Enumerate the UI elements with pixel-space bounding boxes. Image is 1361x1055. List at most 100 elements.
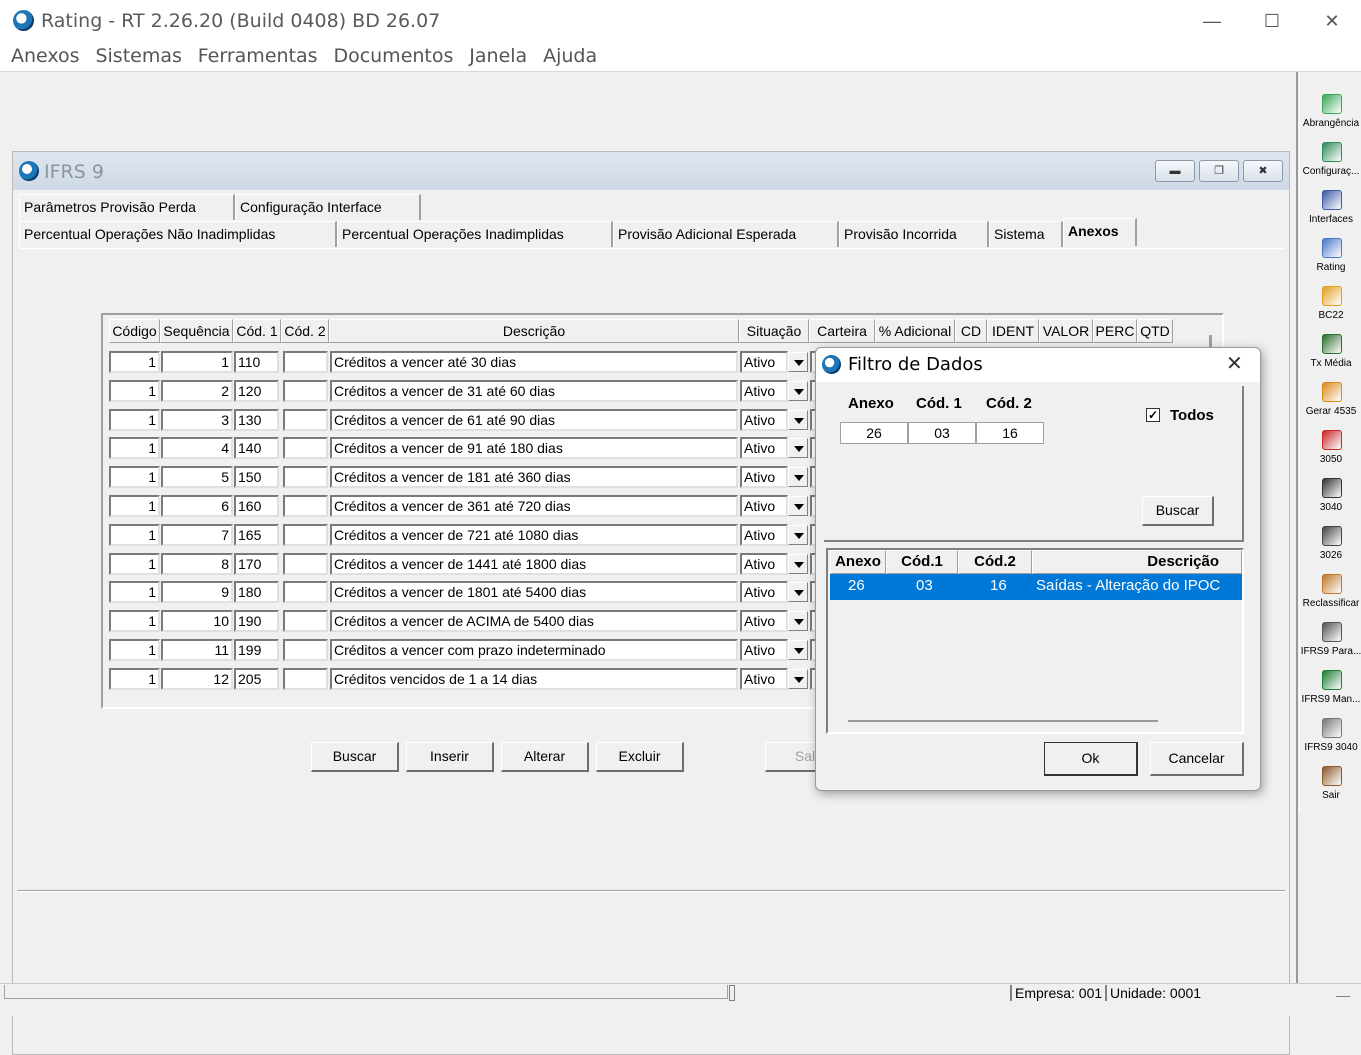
cell-situacao[interactable]: Ativo — [740, 639, 788, 661]
cell-descricao[interactable]: Créditos a vencer com prazo indeterminad… — [330, 639, 738, 661]
cell-cod1[interactable]: 190 — [234, 610, 279, 633]
cell-sequencia[interactable]: 1 — [161, 351, 233, 373]
cell-cod2[interactable] — [283, 495, 328, 517]
cell-codigo[interactable]: 1 — [109, 639, 160, 661]
cell-situacao[interactable]: Ativo — [740, 552, 788, 575]
cell-cod1[interactable]: 110 — [234, 351, 279, 373]
ok-button[interactable]: Ok — [1044, 742, 1138, 776]
list-scrollbar[interactable] — [848, 720, 1158, 722]
cell-situacao[interactable]: Ativo — [740, 667, 788, 690]
tab-percentual-nao-inadimplidas[interactable]: Percentual Operações Não Inadimplidas — [19, 221, 337, 247]
list-header-cod2[interactable]: Cód.2 — [958, 550, 1032, 574]
cell-codigo[interactable]: 1 — [109, 408, 160, 431]
toolbar-button[interactable]: Abrangência — [1300, 90, 1361, 138]
cell-cod2[interactable] — [283, 610, 328, 633]
cell-cod1[interactable]: 150 — [234, 466, 279, 489]
col-header-situacao[interactable]: Situação — [739, 319, 809, 343]
dialog-close-icon[interactable]: ✕ — [1226, 351, 1243, 376]
menu-sistemas[interactable]: Sistemas — [89, 42, 187, 70]
cell-cod2[interactable] — [283, 351, 328, 373]
col-header-cod1[interactable]: Cód. 1 — [233, 319, 281, 343]
col-header-valor[interactable]: VALOR — [1039, 319, 1093, 343]
col-header-perc[interactable]: PERC — [1093, 319, 1137, 343]
col-header-qtd[interactable]: QTD — [1137, 319, 1173, 343]
cell-descricao[interactable]: Créditos a vencer de 61 até 90 dias — [330, 408, 738, 431]
col-header-codigo[interactable]: Código — [109, 319, 160, 343]
menu-documentos[interactable]: Documentos — [327, 42, 459, 70]
list-header-cod1[interactable]: Cód.1 — [886, 550, 958, 574]
cell-cod1[interactable]: 130 — [234, 408, 279, 431]
cell-cod2[interactable] — [283, 552, 328, 575]
tab-provisao-incorrida[interactable]: Provisão Incorrida — [839, 221, 989, 247]
filtro-cod2-field[interactable]: 16 — [976, 422, 1044, 444]
cell-descricao[interactable]: Créditos a vencer de ACIMA de 5400 dias — [330, 610, 738, 633]
toolbar-button[interactable]: 3040 — [1300, 474, 1361, 522]
toolbar-button[interactable]: Reclassificar — [1300, 570, 1361, 618]
menu-ajuda[interactable]: Ajuda — [537, 42, 603, 70]
menu-ferramentas[interactable]: Ferramentas — [192, 42, 324, 70]
cell-descricao[interactable]: Créditos a vencer de 361 até 720 dias — [330, 495, 738, 517]
cell-descricao[interactable]: Créditos vencidos de 1 a 14 dias — [330, 667, 738, 690]
situacao-dropdown-icon[interactable] — [788, 668, 808, 689]
cell-cod2[interactable] — [283, 437, 328, 460]
tab-configuracao-interface[interactable]: Configuração Interface — [235, 194, 421, 220]
col-header-cd[interactable]: CD — [955, 319, 987, 343]
situacao-dropdown-icon[interactable] — [788, 496, 808, 516]
cancelar-button[interactable]: Cancelar — [1150, 742, 1244, 776]
cell-sequencia[interactable]: 12 — [161, 667, 233, 690]
resize-grip-icon[interactable] — [1336, 996, 1350, 997]
col-header-carteira[interactable]: Carteira — [809, 319, 875, 343]
status-scroll-thumb[interactable] — [729, 985, 735, 1001]
cell-situacao[interactable]: Ativo — [740, 523, 788, 546]
cell-sequencia[interactable]: 8 — [161, 552, 233, 575]
toolbar-button[interactable]: Rating — [1300, 234, 1361, 282]
filtro-anexo-field[interactable]: 26 — [840, 422, 908, 444]
cell-descricao[interactable]: Créditos a vencer de 91 até 180 dias — [330, 437, 738, 460]
situacao-dropdown-icon[interactable] — [788, 582, 808, 603]
menu-janela[interactable]: Janela — [463, 42, 533, 70]
todos-checkbox[interactable]: ✓ — [1146, 408, 1160, 422]
cell-descricao[interactable]: Créditos a vencer até 30 dias — [330, 351, 738, 373]
filtro-buscar-button[interactable]: Buscar — [1142, 496, 1214, 526]
tab-anexos[interactable]: Anexos — [1063, 218, 1137, 246]
col-header-sequencia[interactable]: Sequência — [160, 319, 233, 343]
toolbar-button[interactable]: Interfaces — [1300, 186, 1361, 234]
cell-situacao[interactable]: Ativo — [740, 466, 788, 489]
cell-cod2[interactable] — [283, 466, 328, 489]
col-header-ident[interactable]: IDENT — [987, 319, 1039, 343]
close-icon[interactable]: ✕ — [1303, 6, 1361, 36]
cell-descricao[interactable]: Créditos a vencer de 1801 até 5400 dias — [330, 581, 738, 604]
cell-cod2[interactable] — [283, 408, 328, 431]
cell-cod1[interactable]: 170 — [234, 552, 279, 575]
situacao-dropdown-icon[interactable] — [788, 524, 808, 545]
child-restore-button[interactable]: ❐ — [1199, 160, 1239, 182]
maximize-icon[interactable]: ☐ — [1243, 6, 1301, 36]
child-minimize-button[interactable]: ▬ — [1155, 160, 1195, 182]
cell-sequencia[interactable]: 5 — [161, 466, 233, 489]
situacao-dropdown-icon[interactable] — [788, 467, 808, 488]
cell-descricao[interactable]: Créditos a vencer de 181 até 360 dias — [330, 466, 738, 489]
col-header-descricao[interactable]: Descrição — [329, 319, 739, 343]
col-header-cod2[interactable]: Cód. 2 — [281, 319, 329, 343]
cell-situacao[interactable]: Ativo — [740, 495, 788, 517]
cell-descricao[interactable]: Créditos a vencer de 1441 até 1800 dias — [330, 552, 738, 575]
toolbar-button[interactable]: 3026 — [1300, 522, 1361, 570]
toolbar-button[interactable]: Sair — [1300, 762, 1361, 810]
toolbar-button[interactable]: Configuraç... — [1300, 138, 1361, 186]
cell-cod1[interactable]: 165 — [234, 523, 279, 546]
child-close-button[interactable]: ✖ — [1243, 160, 1283, 182]
cell-cod1[interactable]: 205 — [234, 667, 279, 690]
minimize-icon[interactable]: — — [1183, 6, 1241, 36]
situacao-dropdown-icon[interactable] — [788, 409, 808, 430]
cell-sequencia[interactable]: 10 — [161, 610, 233, 633]
cell-cod1[interactable]: 140 — [234, 437, 279, 460]
cell-codigo[interactable]: 1 — [109, 523, 160, 546]
cell-cod1[interactable]: 199 — [234, 639, 279, 661]
alterar-button[interactable]: Alterar — [501, 742, 589, 772]
cell-cod1[interactable]: 120 — [234, 379, 279, 402]
toolbar-button[interactable]: IFRS9 3040 — [1300, 714, 1361, 762]
tab-percentual-inadimplidas[interactable]: Percentual Operações Inadimplidas — [337, 221, 613, 247]
cell-sequencia[interactable]: 4 — [161, 437, 233, 460]
cell-sequencia[interactable]: 9 — [161, 581, 233, 604]
toolbar-button[interactable]: Tx Média — [1300, 330, 1361, 378]
